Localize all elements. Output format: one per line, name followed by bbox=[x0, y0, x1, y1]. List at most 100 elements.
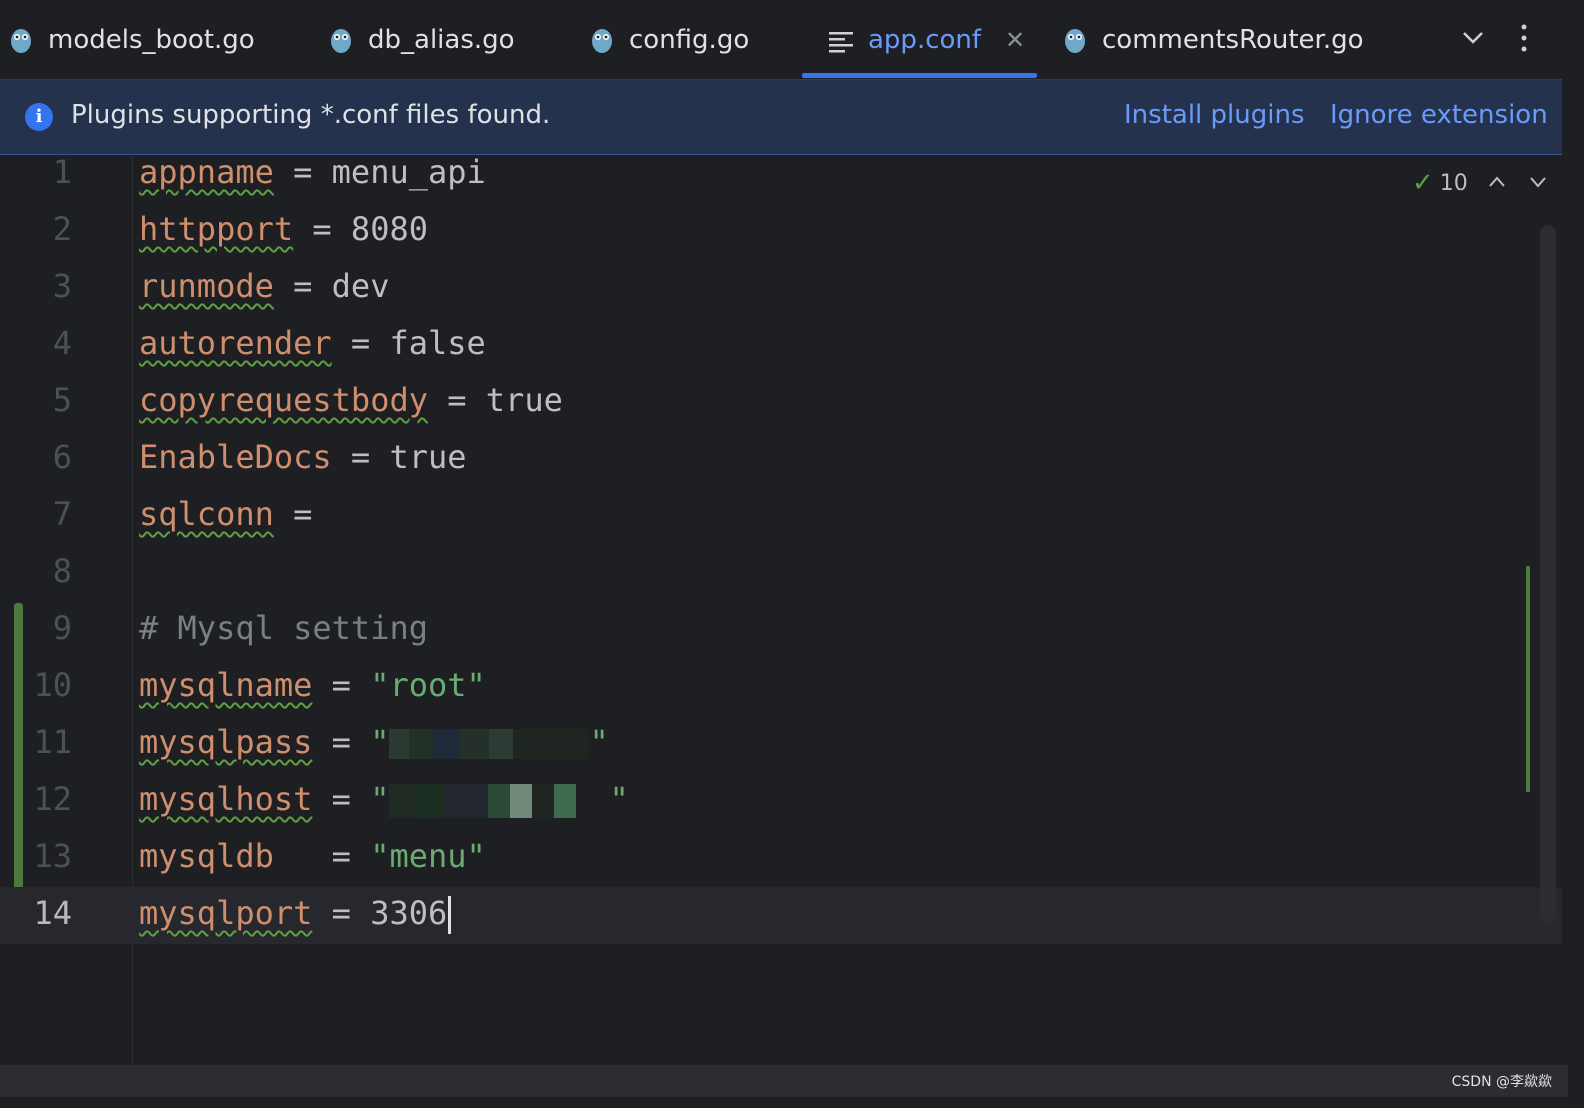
change-scroll-marker bbox=[1526, 566, 1530, 792]
operator: = bbox=[331, 324, 390, 362]
code-line[interactable]: 4 autorender = false bbox=[0, 326, 1562, 383]
line-number: 4 bbox=[52, 324, 72, 362]
gopher-icon bbox=[1065, 28, 1085, 53]
code-line[interactable]: 11 mysqlpass = " " bbox=[0, 725, 1562, 782]
tab-label: db_alias.go bbox=[368, 24, 515, 55]
info-icon: i bbox=[25, 103, 53, 131]
string-value: "root" bbox=[370, 666, 486, 704]
ignore-extension-link[interactable]: Ignore extension bbox=[1330, 100, 1548, 130]
config-key: mysqlport bbox=[139, 894, 313, 932]
redacted-value bbox=[389, 784, 610, 818]
operator: = bbox=[273, 837, 371, 875]
redacted-value bbox=[389, 729, 590, 759]
config-key: appname bbox=[139, 153, 274, 191]
line-number: 10 bbox=[33, 666, 72, 704]
gopher-icon bbox=[11, 28, 31, 53]
quote-mark: " bbox=[609, 780, 629, 818]
inspection-widget[interactable]: ✓ 10 bbox=[1412, 168, 1468, 198]
line-number: 8 bbox=[52, 552, 72, 590]
operator: = bbox=[312, 723, 371, 761]
active-tab-indicator bbox=[802, 73, 1037, 78]
code-line[interactable]: 12 mysqlhost = " " bbox=[0, 782, 1562, 839]
line-number: 6 bbox=[52, 438, 72, 476]
check-icon: ✓ bbox=[1412, 168, 1434, 198]
operator: = bbox=[273, 267, 332, 305]
comment: # Mysql setting bbox=[139, 609, 428, 647]
config-value: 3306 bbox=[370, 894, 448, 932]
code-line[interactable]: 3 runmode = dev bbox=[0, 269, 1562, 326]
code-line[interactable]: 9 # Mysql setting bbox=[0, 611, 1562, 668]
line-number: 13 bbox=[33, 837, 72, 875]
code-line[interactable]: 2 httpport = 8080 bbox=[0, 212, 1562, 269]
tab-label: app.conf bbox=[868, 24, 982, 55]
gopher-icon bbox=[331, 28, 351, 53]
banner-message: Plugins supporting *.conf files found. bbox=[71, 100, 551, 130]
config-value: 8080 bbox=[350, 210, 428, 248]
previous-highlight-icon[interactable] bbox=[1487, 174, 1507, 190]
code-line[interactable]: 1 appname = menu_api bbox=[0, 155, 1562, 212]
plugin-notification-banner: i Plugins supporting *.conf files found.… bbox=[0, 80, 1562, 155]
tab-label: models_boot.go bbox=[48, 24, 255, 55]
tab-label: config.go bbox=[629, 24, 750, 55]
operator: = bbox=[312, 894, 371, 932]
operator: = bbox=[273, 495, 313, 533]
operator: = bbox=[331, 438, 390, 476]
editor-tab-bar: models_boot.go db_alias.go config.go app… bbox=[0, 0, 1562, 79]
config-key: mysqlhost bbox=[139, 780, 313, 818]
config-value: true bbox=[389, 438, 467, 476]
line-number: 2 bbox=[52, 210, 72, 248]
config-key: mysqlpass bbox=[139, 723, 313, 761]
status-bar: CSDN @李歘歘 bbox=[0, 1065, 1568, 1097]
chevron-down-icon[interactable] bbox=[1461, 28, 1485, 48]
quote-mark: " bbox=[370, 723, 390, 761]
tab-models-boot[interactable]: models_boot.go bbox=[8, 0, 255, 79]
tab-label: commentsRouter.go bbox=[1102, 24, 1364, 55]
line-number: 5 bbox=[52, 381, 72, 419]
config-key: EnableDocs bbox=[139, 438, 332, 476]
code-line[interactable]: 10 mysqlname = "root" bbox=[0, 668, 1562, 725]
next-highlight-icon[interactable] bbox=[1528, 174, 1548, 190]
line-number: 11 bbox=[33, 723, 72, 761]
config-key: mysqlname bbox=[139, 666, 313, 704]
config-key: mysqldb bbox=[139, 837, 274, 875]
config-key: autorender bbox=[139, 324, 332, 362]
line-number: 3 bbox=[52, 267, 72, 305]
line-number: 9 bbox=[52, 609, 72, 647]
line-number: 7 bbox=[52, 495, 72, 533]
config-value: dev bbox=[331, 267, 390, 305]
tab-app-conf[interactable]: app.conf ✕ bbox=[828, 0, 1025, 79]
config-key: copyrequestbody bbox=[139, 381, 428, 419]
text-caret bbox=[448, 896, 452, 934]
line-number: 12 bbox=[33, 780, 72, 818]
tab-comments-router[interactable]: commentsRouter.go bbox=[1062, 0, 1364, 79]
code-line-current[interactable]: 14 mysqlport = 3306 bbox=[0, 887, 1562, 944]
code-editor[interactable]: 1 appname = menu_api 2 httpport = 8080 3… bbox=[0, 155, 1562, 1065]
operator: = bbox=[427, 381, 486, 419]
code-line[interactable]: 7 sqlconn = bbox=[0, 497, 1562, 554]
operator: = bbox=[273, 153, 332, 191]
more-vertical-icon[interactable] bbox=[1516, 22, 1532, 54]
operator: = bbox=[312, 666, 371, 704]
config-key: runmode bbox=[139, 267, 274, 305]
inspection-count: 10 bbox=[1439, 170, 1468, 196]
operator: = bbox=[312, 780, 371, 818]
watermark: CSDN @李歘歘 bbox=[1451, 1074, 1552, 1090]
config-key: httpport bbox=[139, 210, 294, 248]
config-value: menu_api bbox=[331, 153, 486, 191]
tab-config[interactable]: config.go bbox=[589, 0, 749, 79]
line-number: 14 bbox=[33, 894, 72, 932]
code-line[interactable]: 5 copyrequestbody = true bbox=[0, 383, 1562, 440]
code-line[interactable]: 6 EnableDocs = true bbox=[0, 440, 1562, 497]
config-key: sqlconn bbox=[139, 495, 274, 533]
config-value: false bbox=[389, 324, 486, 362]
quote-mark: " bbox=[589, 723, 609, 761]
config-value: true bbox=[485, 381, 563, 419]
vertical-scrollbar[interactable] bbox=[1540, 225, 1556, 925]
install-plugins-link[interactable]: Install plugins bbox=[1124, 100, 1305, 130]
tab-db-alias[interactable]: db_alias.go bbox=[328, 0, 515, 79]
close-icon[interactable]: ✕ bbox=[1005, 26, 1025, 54]
quote-mark: " bbox=[370, 780, 390, 818]
gopher-icon bbox=[592, 28, 612, 53]
line-number: 1 bbox=[52, 153, 72, 191]
code-line[interactable]: 8 bbox=[0, 554, 1562, 611]
